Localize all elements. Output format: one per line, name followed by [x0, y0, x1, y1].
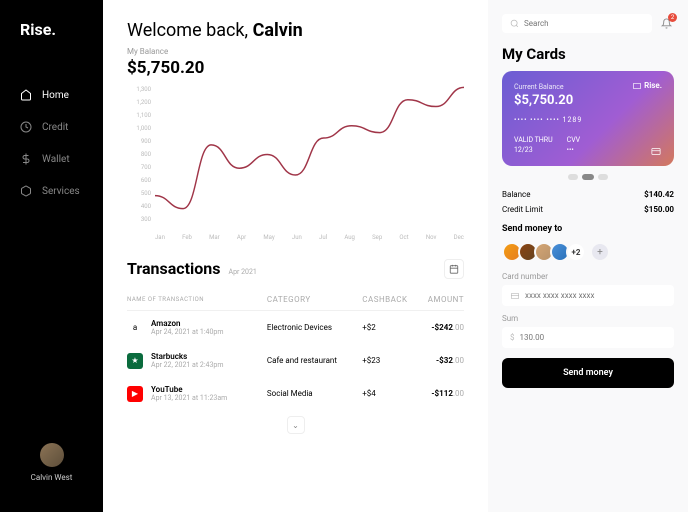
balance-label: My Balance [127, 47, 464, 56]
contacts-list: +2 + [502, 242, 674, 262]
nav-wallet[interactable]: Wallet [0, 143, 103, 175]
row-amount: -$112.00 [413, 389, 464, 398]
expand-button[interactable]: ⌄ [287, 416, 305, 434]
search-box[interactable] [502, 14, 652, 33]
balance-value: $5,750.20 [127, 58, 464, 78]
row-amount: -$32.00 [413, 356, 464, 365]
clock-icon [20, 121, 32, 133]
card-icon [650, 147, 662, 156]
nav-label: Services [42, 186, 80, 197]
cvv-value: ••• [567, 146, 580, 154]
avatar [40, 443, 64, 467]
add-contact-button[interactable]: + [590, 242, 610, 262]
row-cashback: +$4 [362, 389, 413, 398]
card-icon [510, 292, 520, 300]
profile-name: Calvin West [10, 473, 93, 482]
table-row[interactable]: ★ StarbucksApr 22, 2021 at 2:43pm Cafe and… [127, 344, 464, 377]
row-cashback: +$23 [362, 356, 413, 365]
stat-credit: $150.00 [644, 205, 674, 214]
balance-chart: 1,3001,2001,1001,00090080070060050040030… [127, 86, 464, 241]
card-number-input[interactable] [525, 291, 666, 300]
search-icon [510, 19, 519, 28]
row-category: Cafe and restaurant [267, 356, 362, 365]
box-icon [20, 185, 32, 197]
row-category: Social Media [267, 389, 362, 398]
cards-title: My Cards [502, 45, 674, 63]
th-cashback: CASHBACK [362, 295, 413, 304]
valid-label: VALID THRU [514, 136, 553, 144]
card-number: •••• •••• •••• 1289 [514, 116, 662, 124]
nav-services[interactable]: Services [0, 175, 103, 207]
transactions-table: NAME OF TRANSACTION CATEGORY CASHBACK AM… [127, 289, 464, 434]
notification-badge: 2 [668, 13, 677, 22]
table-row[interactable]: a AmazonApr 24, 2021 at 1:40pm Electronic … [127, 311, 464, 344]
credit-card[interactable]: Rise. Current Balance $5,750.20 •••• •••… [502, 71, 674, 166]
nav-credit[interactable]: Credit [0, 111, 103, 143]
stat-credit-label: Credit Limit [502, 205, 543, 214]
sum-field[interactable]: $ [502, 327, 674, 348]
nav-label: Credit [42, 122, 68, 133]
row-cashback: +$2 [362, 323, 413, 332]
merchant-icon: ▶ [127, 386, 143, 402]
card-balance: $5,750.20 [514, 93, 662, 108]
card-number-label: Card number [502, 272, 674, 281]
send-title: Send money to [502, 224, 674, 234]
merchant-name: Starbucks [151, 352, 223, 361]
merchant-icon: a [127, 320, 143, 336]
table-row[interactable]: ▶ YouTubeApr 13, 2021 at 11:23am Social Me… [127, 377, 464, 410]
merchant-name: YouTube [151, 385, 227, 394]
row-amount: -$242.00 [413, 323, 464, 332]
search-input[interactable] [524, 19, 644, 28]
card-pagination [502, 174, 674, 180]
home-icon [20, 89, 32, 101]
merchant-date: Apr 22, 2021 at 2:43pm [151, 361, 223, 369]
card-balance-label: Current Balance [514, 83, 662, 91]
sidebar-nav: Home Credit Wallet Services [0, 79, 103, 433]
dollar-icon: $ [510, 333, 515, 342]
merchant-date: Apr 13, 2021 at 11:23am [151, 394, 227, 402]
calendar-button[interactable] [444, 259, 464, 279]
dot[interactable] [568, 174, 578, 180]
brand-logo: Rise. [0, 20, 103, 39]
th-category: CATEGORY [267, 295, 362, 304]
welcome-heading: Welcome back, Calvin [127, 20, 464, 41]
row-category: Electronic Devices [267, 323, 362, 332]
merchant-date: Apr 24, 2021 at 1:40pm [151, 328, 223, 336]
profile[interactable]: Calvin West [0, 433, 103, 492]
cvv-label: CVV [567, 136, 580, 144]
contacts-more[interactable]: +2 [566, 242, 586, 262]
dollar-icon [20, 153, 32, 165]
th-amount: AMOUNT [413, 295, 464, 304]
dot-active[interactable] [582, 174, 594, 180]
calendar-icon [449, 264, 459, 274]
th-name: NAME OF TRANSACTION [127, 295, 267, 304]
sum-input[interactable] [520, 333, 667, 342]
sum-label: Sum [502, 314, 674, 323]
stat-balance-label: Balance [502, 190, 530, 199]
dot[interactable] [598, 174, 608, 180]
merchant-icon: ★ [127, 353, 143, 369]
transactions-period: Apr 2021 [229, 268, 257, 276]
card-number-field[interactable] [502, 285, 674, 306]
nav-home[interactable]: Home [0, 79, 103, 111]
nav-label: Wallet [42, 154, 70, 165]
nav-label: Home [42, 90, 69, 101]
stat-balance: $140.42 [644, 190, 674, 199]
transactions-title: Transactions [127, 259, 221, 278]
send-money-button[interactable]: Send money [502, 358, 674, 388]
merchant-name: Amazon [151, 319, 223, 328]
notifications-button[interactable]: 2 [658, 16, 674, 32]
valid-value: 12/23 [514, 146, 553, 154]
